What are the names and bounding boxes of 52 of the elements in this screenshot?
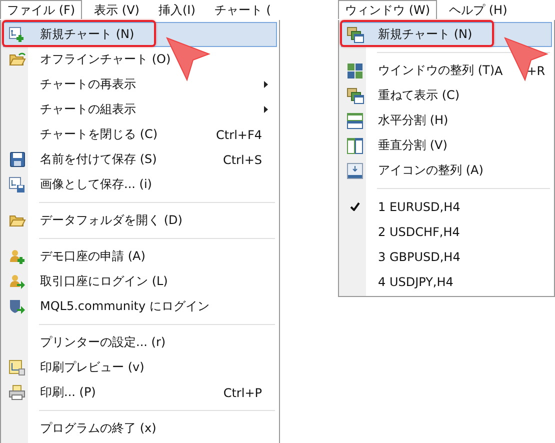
shield-icon <box>9 298 25 314</box>
menu-bar-item[interactable]: 挿入(I) <box>151 0 202 19</box>
user-icon <box>9 274 25 290</box>
shortcut-text: +R <box>526 64 546 78</box>
user-icon <box>9 248 25 264</box>
menu-item[interactable]: 取引口座にログイン (L) <box>3 269 277 294</box>
menu-item[interactable]: チャートを閉じる (C) Ctrl+F4 <box>3 122 277 147</box>
arrange-icons-icon <box>347 162 363 178</box>
pointer-arrow-icon <box>503 36 549 82</box>
shortcut-text: A <box>494 64 503 78</box>
menu-bar-item[interactable]: 表示 (V) <box>87 0 146 19</box>
menu-item[interactable]: チャートの再表示 <box>3 72 277 97</box>
menu-item[interactable]: 画像として保存... (i) <box>3 172 277 197</box>
menu-item[interactable]: 名前を付けて保存 (S) Ctrl+S <box>3 147 277 172</box>
menu-item[interactable]: 垂直分割 (V) <box>341 133 552 158</box>
menu-item[interactable]: 印刷プレビュー (v) <box>3 355 277 380</box>
vertical-split-icon <box>347 138 363 154</box>
folder-icon <box>8 52 26 67</box>
folder-icon <box>8 213 26 228</box>
menu-item[interactable]: 新規チャート (N) <box>341 22 552 47</box>
menu-item[interactable]: 1 EURUSD,H4 <box>341 194 552 219</box>
menu-bar-item[interactable]: チャート ( <box>207 0 278 19</box>
tile-windows-icon <box>347 62 363 78</box>
menu-item[interactable]: デモ口座の申請 (A) <box>3 244 277 269</box>
menu-item[interactable]: ウインドウの整列 (T)A +R <box>341 58 552 83</box>
menu-item[interactable]: 3 GBPUSD,H4 <box>341 244 552 269</box>
menu-bar-item[interactable]: ヘルプ (H) <box>442 0 514 19</box>
menu-bar-item[interactable]: ファイル (F) <box>0 0 82 19</box>
menu-item[interactable]: MQL5.community にログイン <box>3 294 277 319</box>
menu-item[interactable]: チャートの組表示 <box>3 97 277 122</box>
menu-item[interactable]: 印刷... (P) Ctrl+P <box>3 380 277 405</box>
menu-item[interactable]: 重ねて表示 (C) <box>341 83 552 108</box>
menu-item[interactable]: 2 USDCHF,H4 <box>341 219 552 244</box>
chart-add-icon <box>9 26 25 42</box>
menu-item[interactable]: オフラインチャート (O) <box>3 47 277 72</box>
menu-item[interactable]: データフォルダを開く (D) <box>3 208 277 233</box>
menu-item[interactable]: 水平分割 (H) <box>341 108 552 133</box>
menu-item[interactable]: プログラムの終了 (x) <box>3 416 277 441</box>
horizontal-split-icon <box>347 112 363 128</box>
chart-save-icon <box>9 176 25 192</box>
printer-icon <box>9 385 25 400</box>
shortcut-text: Ctrl+S <box>222 152 262 166</box>
windows-icon <box>346 26 364 42</box>
shortcut-text: Ctrl+P <box>223 386 262 400</box>
menu-bar-item[interactable]: ウィンドウ (W) <box>338 0 438 19</box>
menu-item[interactable]: 新規チャート (N) <box>3 22 277 47</box>
print-preview-icon <box>9 360 25 376</box>
menu-item[interactable]: プリンターの設定... (r) <box>3 330 277 355</box>
shortcut-text: Ctrl+F4 <box>216 128 262 142</box>
menu-item[interactable]: アイコンの整列 (A) <box>341 158 552 183</box>
windows-icon <box>346 88 364 104</box>
menu-item[interactable]: 4 USDJPY,H4 <box>341 269 552 294</box>
